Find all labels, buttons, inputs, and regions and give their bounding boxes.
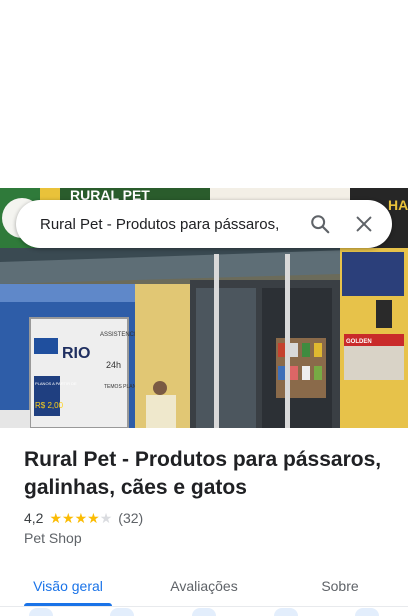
action-button-edge <box>191 608 216 616</box>
place-details-screen: RURAL PET HA D RIO ASSISTENCIA FUNERAL 2… <box>0 0 408 616</box>
rating-row[interactable]: 4,2 ★ ★ ★ ★ ★ (32) <box>24 510 143 526</box>
search-input[interactable]: Rural Pet - Produtos para pássaros, <box>40 216 298 233</box>
place-info-panel: Rural Pet - Produtos para pássaros, gali… <box>0 428 408 616</box>
search-bar[interactable]: Rural Pet - Produtos para pássaros, <box>16 200 392 248</box>
action-button-edge <box>110 608 135 616</box>
tab-label: Visão geral <box>33 578 103 594</box>
place-title: Rural Pet - Produtos para pássaros, gali… <box>24 448 382 499</box>
action-buttons-peek <box>0 608 408 616</box>
action-button-edge <box>28 608 53 616</box>
review-count[interactable]: (32) <box>118 510 143 526</box>
place-category[interactable]: Pet Shop <box>24 530 82 546</box>
star-icon: ★ <box>74 510 88 526</box>
star-icon: ★ <box>62 510 75 526</box>
search-icon[interactable] <box>298 202 342 246</box>
action-button-edge <box>355 608 380 616</box>
tab-reviews[interactable]: Avaliações <box>136 566 272 606</box>
close-icon[interactable] <box>342 202 386 246</box>
map-area-blank <box>0 0 408 188</box>
tab-about[interactable]: Sobre <box>272 566 408 606</box>
star-rating: ★ ★ ★ ★ ★ <box>49 511 112 525</box>
door-sign-brand: RIO <box>62 345 90 362</box>
tab-label: Sobre <box>321 578 359 594</box>
door-sign-line2: 24h <box>106 360 121 370</box>
rating-value: 4,2 <box>24 510 44 526</box>
door-sign-plan: PLANOS A PARTIR DE <box>35 381 77 386</box>
banner-right-text: GOLDEN <box>346 339 372 345</box>
action-button-edge <box>273 608 298 616</box>
tab-overview[interactable]: Visão geral <box>0 566 136 606</box>
sign-right-text: HA D <box>388 197 408 213</box>
star-icon: ★ <box>49 510 63 526</box>
star-icon: ★ <box>99 510 113 526</box>
tabs-divider <box>0 606 408 607</box>
place-tabs: Visão geral Avaliações Sobre <box>0 566 408 606</box>
tab-label: Avaliações <box>170 578 238 594</box>
star-icon: ★ <box>87 510 100 526</box>
door-sign-price: R$ 2,00 <box>35 401 64 410</box>
